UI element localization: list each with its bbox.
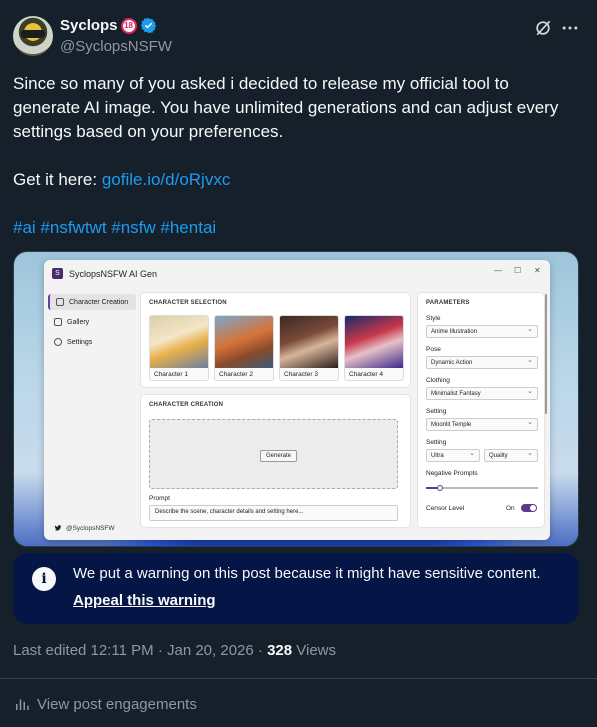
character-card[interactable]: Character 1 <box>149 315 209 381</box>
clothing-select[interactable]: Minimalist Fantasy <box>426 387 538 400</box>
user-icon <box>56 298 64 306</box>
parameters-title: PARAMETERS <box>426 300 470 306</box>
character-thumbnail <box>150 316 208 368</box>
twitter-bird-icon <box>54 525 62 531</box>
character-creation-panel: CHARACTER CREATION Generate Prompt Descr… <box>140 394 411 528</box>
image-icon <box>54 318 62 326</box>
info-icon: i <box>32 567 56 591</box>
pose-label: Pose <box>426 346 441 353</box>
app-title: SyclopsNSFW AI Gen <box>69 268 158 279</box>
generate-button[interactable]: Generate <box>260 450 298 462</box>
nav-label: Settings <box>67 338 93 346</box>
character-thumbnail <box>280 316 338 368</box>
get-it-label: Get it here: <box>13 170 102 189</box>
nav-label: Character Creation <box>69 298 129 306</box>
gear-icon <box>54 338 62 346</box>
analytics-icon <box>16 699 29 710</box>
age-18-badge-icon: 18 <box>120 17 137 34</box>
nav-character-creation[interactable]: Character Creation <box>48 294 136 310</box>
setting-select[interactable]: Moonlit Temple <box>426 418 538 431</box>
character-thumbnail <box>215 316 273 368</box>
setting2-label: Setting <box>426 439 447 446</box>
views-count: 328 <box>267 642 293 659</box>
download-link[interactable]: gofile.io/d/oRjvxc <box>102 170 231 189</box>
more-options-icon[interactable] <box>560 18 580 38</box>
character-thumbnail <box>345 316 403 368</box>
character-list: Character 1 Character 2 Character 3 Char… <box>149 315 404 381</box>
tweet-line: Since so many of you asked i decided to … <box>13 74 509 93</box>
view-engagements[interactable]: View post engagements <box>13 695 197 713</box>
app-footer: @SyclopsNSFW <box>54 524 115 532</box>
edited-timestamp[interactable]: Last edited 12:11 PM · Jan 20, 2026 · <box>13 642 267 659</box>
style-label: Style <box>426 315 441 322</box>
nav-gallery[interactable]: Gallery <box>48 314 136 330</box>
censor-state: On <box>506 505 515 512</box>
post-meta: Last edited 12:11 PM · Jan 20, 2026 · 32… <box>13 642 336 659</box>
image-preview-area: Generate <box>149 419 398 489</box>
views-label: Views <box>292 642 337 659</box>
scrollbar[interactable] <box>545 294 547 414</box>
app-window: S SyclopsNSFW AI Gen — ☐ ✕ Character Cre… <box>44 260 550 540</box>
character-creation-title: CHARACTER CREATION <box>149 402 224 408</box>
setting-label: Setting <box>426 408 447 415</box>
tweet-line: settings based on your preferences. <box>13 122 284 141</box>
get-it-line: Get it here: gofile.io/d/oRjvxc <box>13 168 583 192</box>
pose-select[interactable]: Dynamic Action <box>426 356 538 369</box>
character-selection-panel: CHARACTER SELECTION Character 1 Characte… <box>140 292 411 388</box>
prompt-input[interactable]: Describe the scene, character details an… <box>149 505 398 521</box>
verified-badge-icon <box>140 17 156 34</box>
style-select[interactable]: Anime Illustration <box>426 325 538 338</box>
close-icon[interactable]: ✕ <box>534 266 541 275</box>
prompt-label: Prompt <box>149 495 170 502</box>
divider <box>0 678 597 679</box>
character-card[interactable]: Character 2 <box>214 315 274 381</box>
author-name-row: Syclops 18 <box>60 17 157 34</box>
appeal-warning-link[interactable]: Appeal this warning <box>73 592 216 609</box>
minimize-icon[interactable]: — <box>494 266 502 275</box>
maximize-icon[interactable]: ☐ <box>514 266 521 275</box>
character-label: Character 3 <box>284 371 318 378</box>
grok-icon[interactable] <box>533 18 553 38</box>
parameters-panel: PARAMETERS Style Anime Illustration Pose… <box>417 292 545 528</box>
warning-text: We put a warning on this post because it… <box>73 565 541 582</box>
app-sidebar: Character Creation Gallery Settings <box>48 294 136 354</box>
character-label: Character 2 <box>219 371 253 378</box>
censor-level-label: Censor Level <box>426 505 465 512</box>
character-label: Character 1 <box>154 371 188 378</box>
character-selection-title: CHARACTER SELECTION <box>149 300 227 306</box>
character-card[interactable]: Character 3 <box>279 315 339 381</box>
app-title-bar: S SyclopsNSFW AI Gen <box>52 268 157 279</box>
app-logo-icon: S <box>52 268 63 279</box>
quality-select[interactable]: Quality <box>484 449 538 462</box>
nav-label: Gallery <box>67 318 90 326</box>
slider-handle[interactable] <box>437 485 443 491</box>
negative-prompts-label: Negative Prompts <box>426 470 478 477</box>
censor-toggle[interactable] <box>521 504 537 512</box>
nav-settings[interactable]: Settings <box>48 334 136 350</box>
character-label: Character 4 <box>349 371 383 378</box>
clothing-label: Clothing <box>426 377 450 384</box>
media-image[interactable]: S SyclopsNSFW AI Gen — ☐ ✕ Character Cre… <box>13 251 579 547</box>
hashtags[interactable]: #ai #nsfwtwt #nsfw #hentai <box>13 216 583 240</box>
tweet-line: generate AI image. You have unlimited ge… <box>13 98 559 117</box>
avatar[interactable] <box>13 16 53 56</box>
quality-level-select[interactable]: Ultra <box>426 449 480 462</box>
sensitive-content-warning: i We put a warning on this post because … <box>13 553 579 624</box>
engagements-label: View post engagements <box>37 695 197 713</box>
tweet-text: Since so many of you asked i decided to … <box>13 72 583 240</box>
display-name[interactable]: Syclops <box>60 17 118 34</box>
character-card[interactable]: Character 4 <box>344 315 404 381</box>
footer-handle: @SyclopsNSFW <box>66 524 115 532</box>
handle[interactable]: @SyclopsNSFW <box>60 38 172 55</box>
